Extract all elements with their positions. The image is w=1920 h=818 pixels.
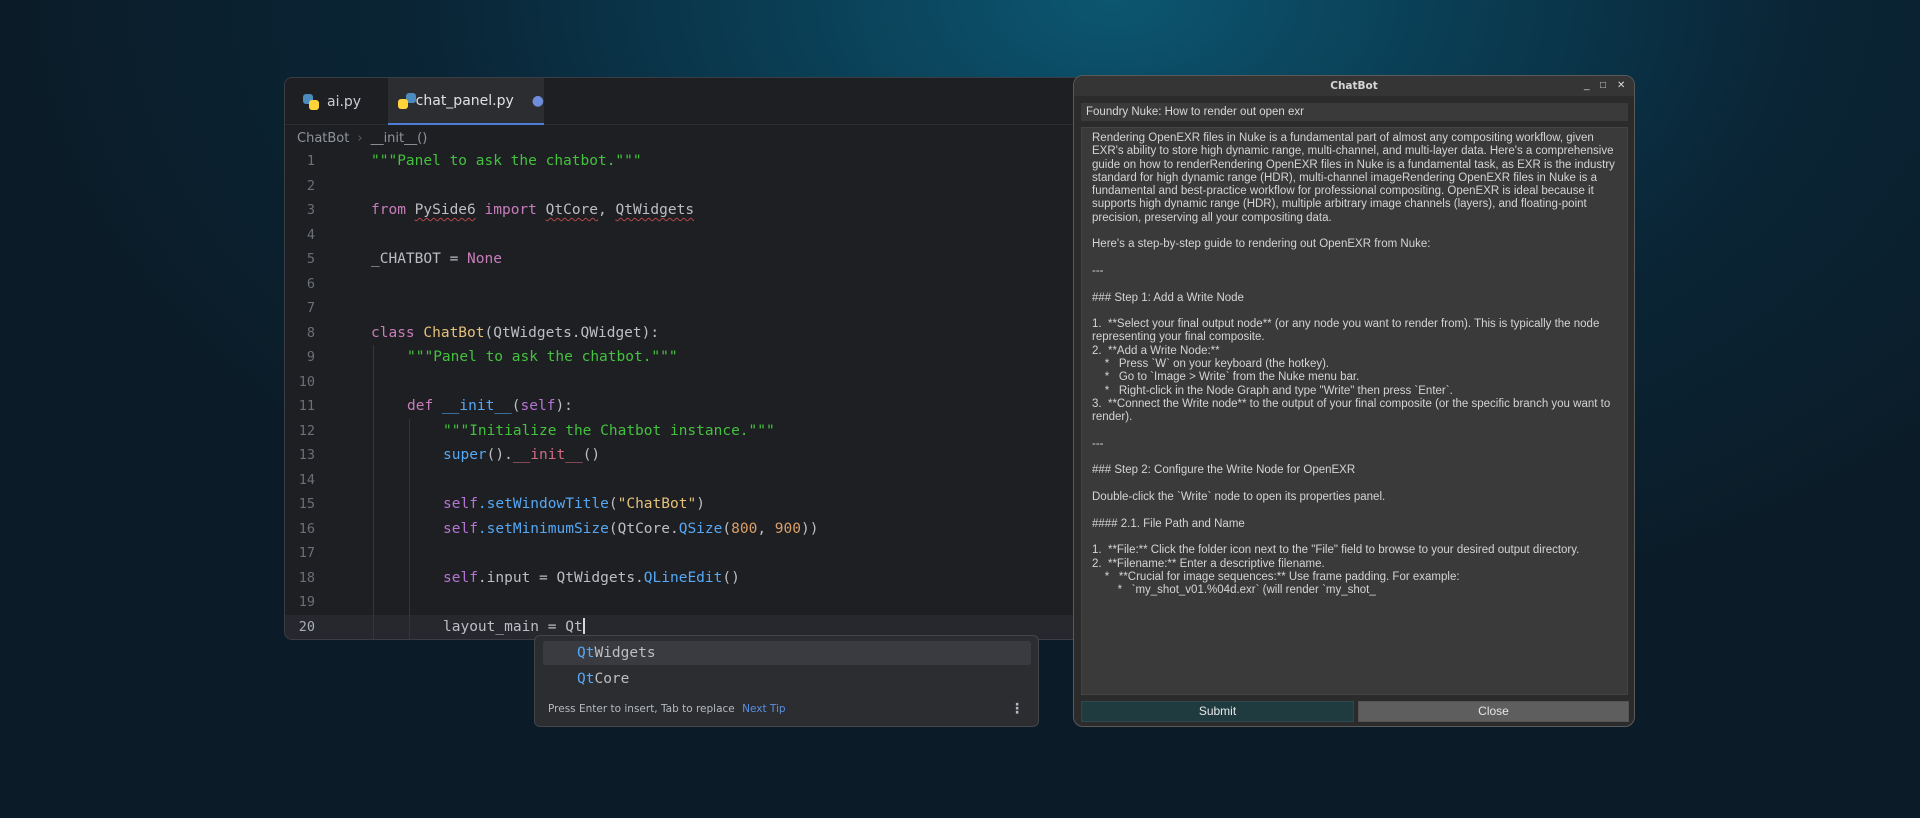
autocomplete-item[interactable]: QtCore — [543, 667, 1031, 691]
code-text: self.setMinimumSize(QtCore.QSize(800, 90… — [443, 520, 819, 537]
code-line: 7 — [285, 296, 1083, 321]
response-output[interactable]: Rendering OpenEXR files in Nuke is a fun… — [1081, 127, 1628, 695]
tab-label: ai.py — [327, 93, 362, 110]
line-number: 4 — [306, 226, 315, 243]
line-number: 3 — [306, 202, 315, 218]
line-number: 15 — [298, 496, 315, 512]
line-number: 14 — [298, 471, 315, 488]
breadcrumb-separator: › — [357, 130, 363, 146]
line-number: 6 — [306, 275, 315, 292]
chatbot-window: ChatBot _ □ ✕ Foundry Nuke: How to rende… — [1073, 75, 1635, 727]
line-number: 18 — [298, 569, 315, 586]
autocomplete-hint: Press Enter to insert, Tab to replace Ne… — [548, 703, 786, 715]
breadcrumb-item-class[interactable]: ChatBot — [297, 131, 349, 146]
code-line: 9 """Panel to ask the chatbot.""" — [285, 345, 1083, 370]
code-line: 8 class ChatBot(QtWidgets.QWidget): — [285, 321, 1083, 346]
line-number: 19 — [298, 594, 315, 610]
python-icon — [397, 92, 416, 109]
code-line: 3 from PySide6 import QtCore, QtWidgets — [285, 198, 1083, 223]
autocomplete-popup: QtWidgets QtCore Press Enter to insert, … — [534, 635, 1039, 727]
code-line: 12 """Initialize the Chatbot instance.""… — [285, 418, 1083, 443]
code-line: 6 — [285, 272, 1083, 297]
close-button[interactable]: Close — [1358, 701, 1629, 722]
code-text: from PySide6 import QtCore, QtWidgets — [371, 202, 695, 218]
breadcrumb: ChatBot › __init__() — [297, 127, 427, 149]
line-number: 12 — [298, 422, 315, 439]
python-icon — [303, 93, 319, 110]
line-number: 1 — [306, 153, 315, 169]
code-text: self.input = QtWidgets.QLineEdit() — [443, 569, 740, 586]
breadcrumb-item-method[interactable]: __init__() — [371, 131, 428, 146]
minimize-icon[interactable]: _ — [1584, 76, 1590, 96]
window-title-bar[interactable]: ChatBot — [1074, 76, 1634, 96]
tab-chat-panel-py[interactable]: chat_panel.py ● — [388, 78, 544, 125]
code-line: 10 — [285, 369, 1083, 394]
text-cursor — [582, 617, 585, 634]
code-line: 18 self.input = QtWidgets.QLineEdit() — [285, 565, 1083, 590]
query-input[interactable]: Foundry Nuke: How to render out open exr — [1081, 103, 1628, 121]
line-number: 10 — [298, 373, 315, 390]
code-line: 2 — [285, 174, 1083, 199]
line-number: 17 — [298, 545, 315, 561]
line-number: 16 — [298, 520, 315, 537]
line-number: 2 — [306, 177, 315, 194]
code-line: 17 — [285, 541, 1083, 566]
line-number: 5 — [306, 251, 315, 267]
line-number: 9 — [306, 349, 315, 365]
more-options-icon[interactable]: ⋮ — [1010, 700, 1024, 717]
code-text: super().__init__() — [443, 447, 601, 463]
code-text: """Initialize the Chatbot instance.""" — [443, 422, 775, 439]
response-text: Rendering OpenEXR files in Nuke is a fun… — [1092, 132, 1615, 597]
line-number: 20 — [298, 618, 315, 635]
maximize-icon[interactable]: □ — [1600, 76, 1606, 96]
line-number: 11 — [298, 398, 315, 414]
code-line: 14 — [285, 467, 1083, 492]
autocomplete-item[interactable]: QtWidgets — [543, 641, 1031, 665]
window-title: ChatBot — [1330, 80, 1378, 92]
code-line: 19 — [285, 590, 1083, 615]
line-number: 8 — [306, 324, 315, 341]
code-line: 4 — [285, 223, 1083, 248]
code-line: 16 self.setMinimumSize(QtCore.QSize(800,… — [285, 516, 1083, 541]
code-text: def __init__(self): — [407, 398, 573, 414]
code-text: """Panel to ask the chatbot.""" — [371, 153, 642, 169]
next-tip-link[interactable]: Next Tip — [742, 703, 785, 715]
line-number: 7 — [306, 300, 315, 316]
editor-tab-bar: ai.py chat_panel.py ● — [285, 78, 1083, 125]
tab-ai-py[interactable]: ai.py — [285, 78, 388, 125]
code-editor-window: ai.py chat_panel.py ● ChatBot › __init__… — [284, 77, 1084, 640]
code-text: self.setWindowTitle("ChatBot") — [443, 496, 705, 512]
code-text: class ChatBot(QtWidgets.QWidget): — [371, 324, 660, 341]
code-area[interactable]: 1 """Panel to ask the chatbot.""" 2 3 fr… — [285, 149, 1083, 639]
code-line: 1 """Panel to ask the chatbot.""" — [285, 149, 1083, 174]
line-number: 13 — [298, 447, 315, 463]
code-line: 5 _CHATBOT = None — [285, 247, 1083, 272]
code-text: _CHATBOT = None — [371, 251, 502, 267]
close-icon[interactable]: ✕ — [1617, 76, 1625, 96]
code-line: 15 self.setWindowTitle("ChatBot") — [285, 492, 1083, 517]
submit-button[interactable]: Submit — [1081, 701, 1354, 722]
code-line: 13 super().__init__() — [285, 443, 1083, 468]
code-line: 11 def __init__(self): — [285, 394, 1083, 419]
code-text: """Panel to ask the chatbot.""" — [407, 349, 678, 365]
modified-dot-icon: ● — [531, 92, 544, 109]
tab-label: chat_panel.py — [415, 92, 514, 109]
